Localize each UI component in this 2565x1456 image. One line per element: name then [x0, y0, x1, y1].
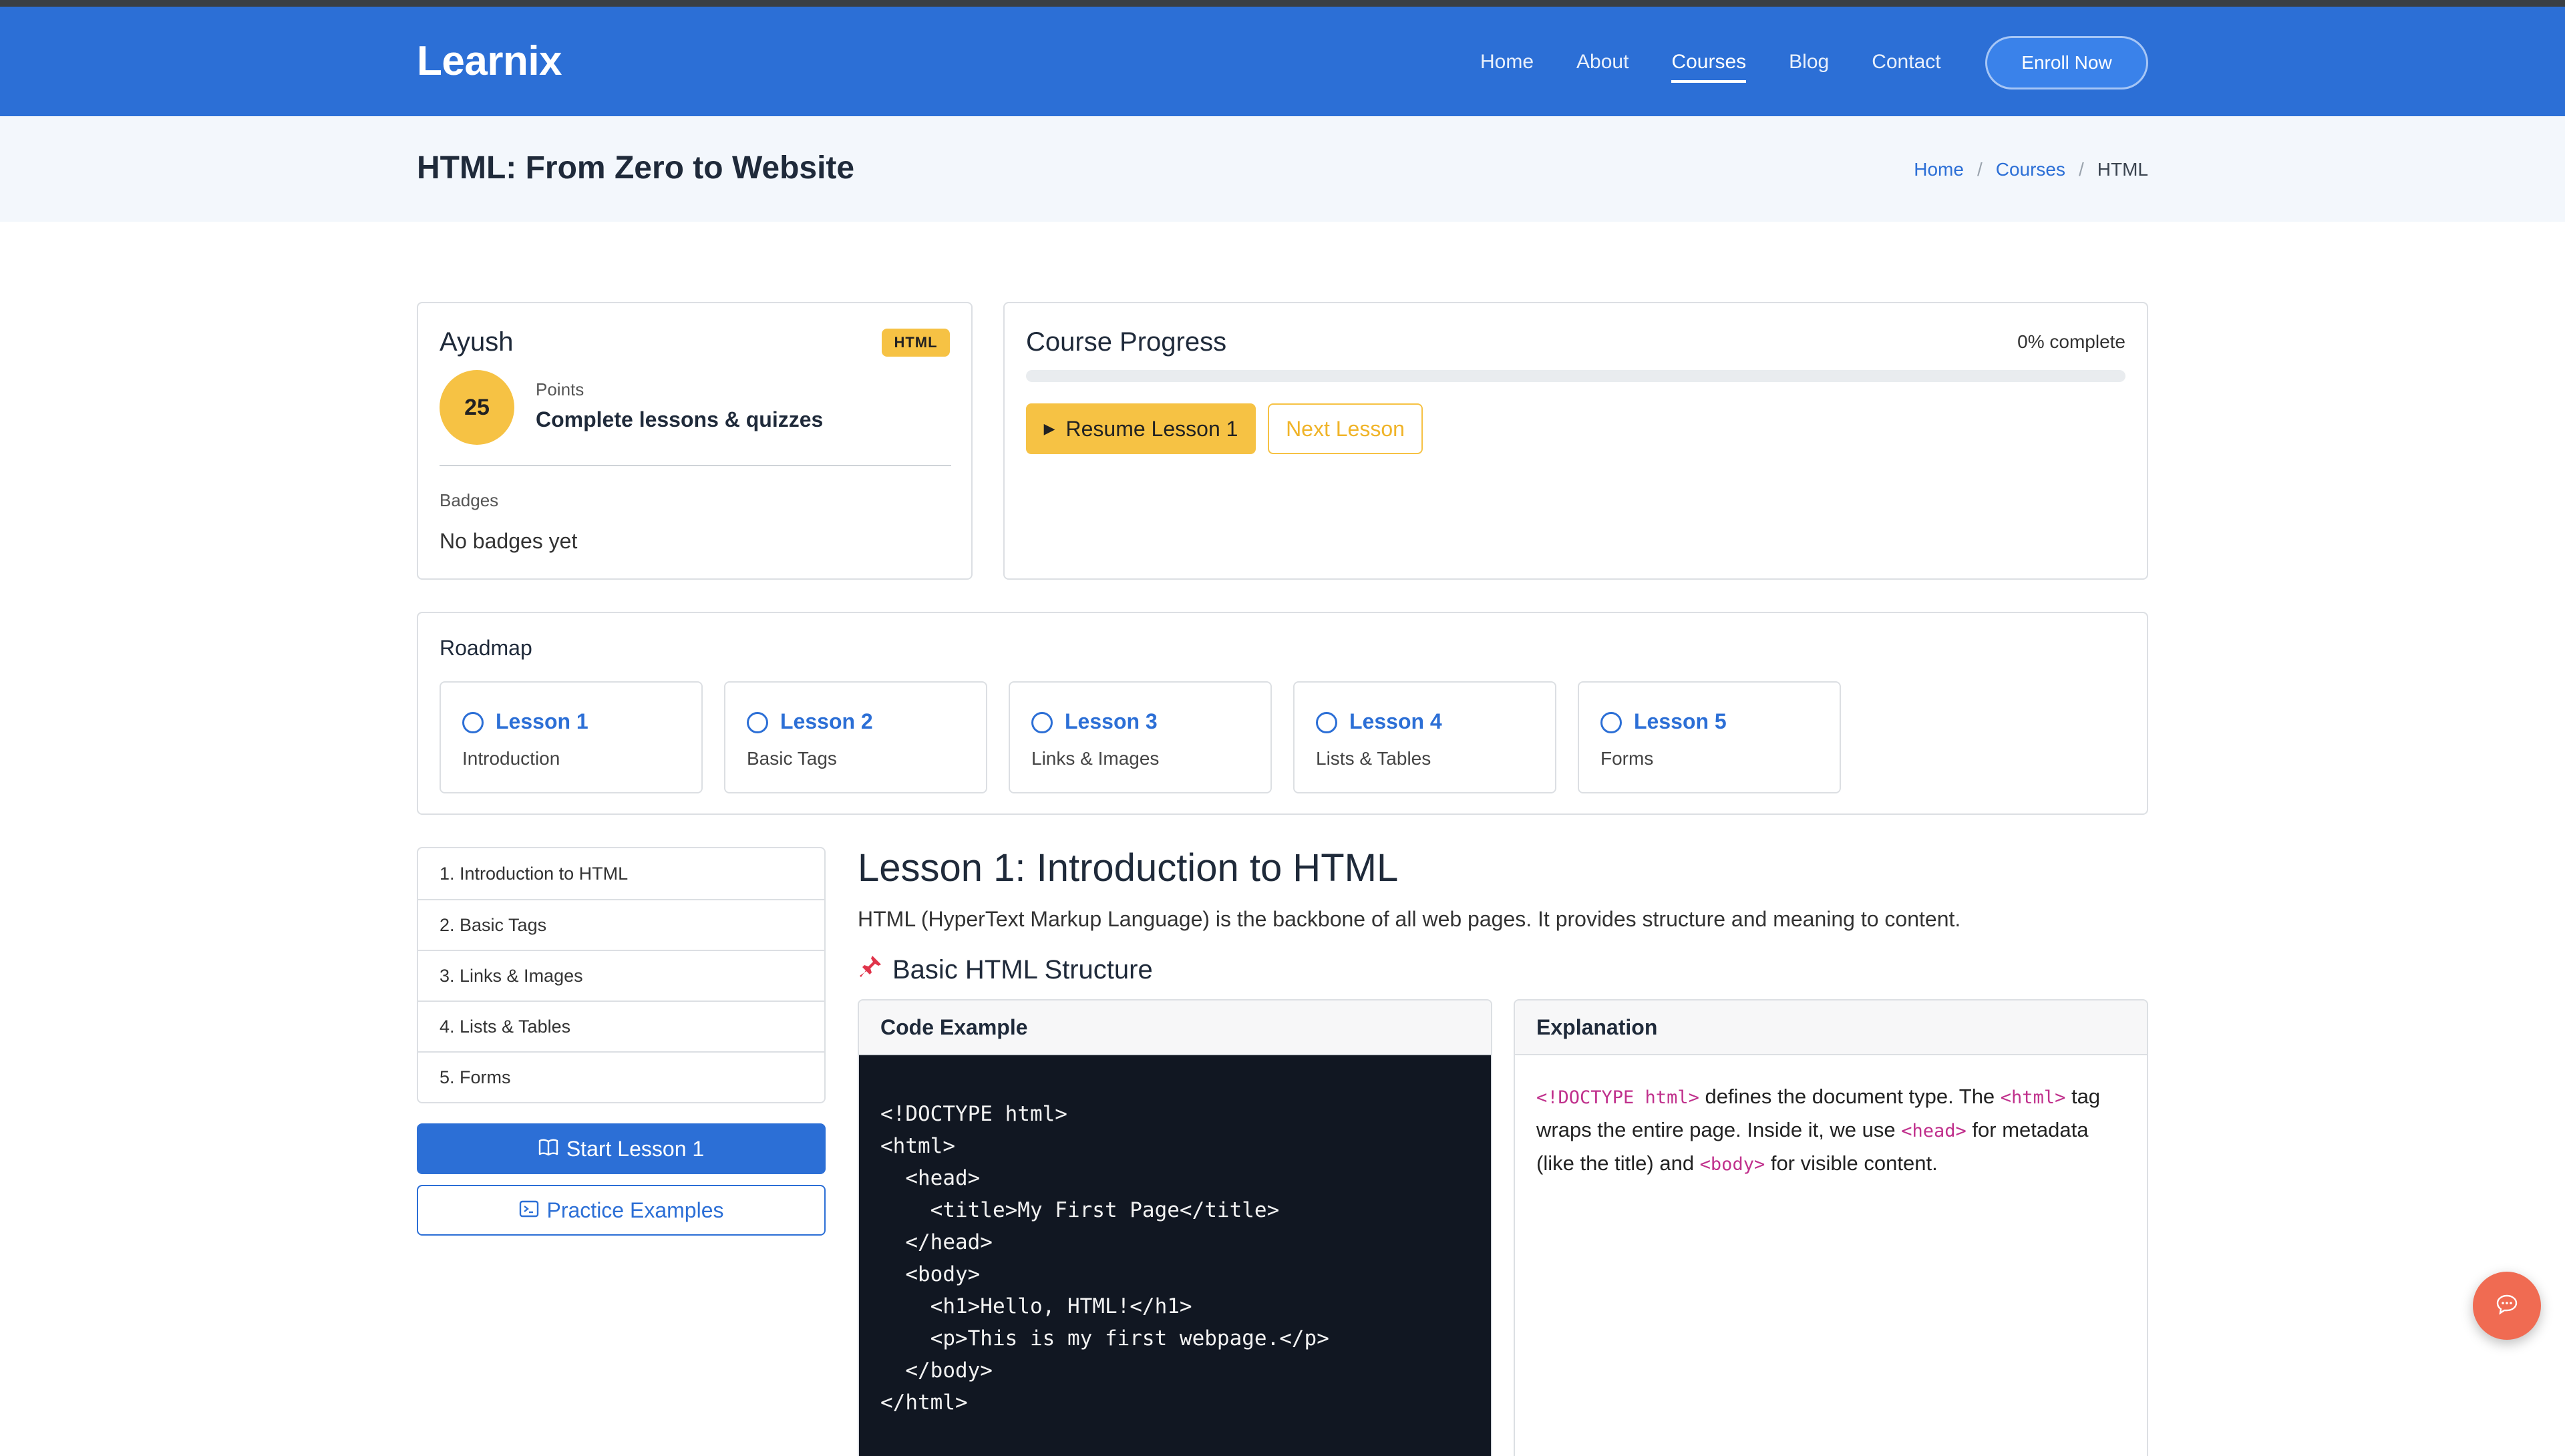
- nav-courses[interactable]: Courses: [1671, 51, 1747, 83]
- circle-icon: [462, 712, 484, 733]
- circle-icon: [1316, 712, 1337, 733]
- explanation-fragment: defines the document type. The: [1699, 1085, 2001, 1108]
- divider: [440, 465, 951, 466]
- lesson-list-item-5[interactable]: 5. Forms: [418, 1051, 824, 1102]
- explanation-fragment: for visible content.: [1765, 1151, 1938, 1175]
- roadmap-lesson-1[interactable]: Lesson 1 Introduction: [440, 681, 703, 793]
- next-lesson-button[interactable]: Next Lesson: [1268, 403, 1423, 454]
- code-line: <body>: [880, 1262, 981, 1286]
- user-card: Ayush HTML 25 Points Complete lessons & …: [417, 302, 973, 580]
- pushpin-icon: [858, 954, 883, 986]
- code-example-header: Code Example: [859, 1000, 1491, 1055]
- breadcrumb: Home / Courses / HTML: [1914, 159, 2148, 180]
- code-example-panel: Code Example <!DOCTYPE html> <html> <hea…: [858, 999, 1492, 1456]
- explanation-header: Explanation: [1515, 1000, 2147, 1055]
- lesson-list-item-2[interactable]: 2. Basic Tags: [418, 899, 824, 950]
- breadcrumb-separator: /: [2078, 159, 2084, 180]
- explanation-text: <!DOCTYPE html> defines the document typ…: [1515, 1055, 2147, 1206]
- breadcrumb-home[interactable]: Home: [1914, 159, 1964, 180]
- code-line: <p>This is my first webpage.</p>: [880, 1326, 1329, 1350]
- roadmap-lesson-name: Lesson 1: [496, 709, 588, 733]
- section-heading-label: Basic HTML Structure: [892, 954, 1153, 984]
- progress-bar: [1026, 370, 2125, 382]
- breadcrumb-current: HTML: [2097, 159, 2148, 180]
- code-line: <title>My First Page</title>: [880, 1198, 1280, 1222]
- badges-value: No badges yet: [440, 529, 578, 553]
- enroll-now-button[interactable]: Enroll Now: [1985, 36, 2148, 89]
- brand-logo[interactable]: Learnix: [417, 37, 562, 85]
- page-title-bar: HTML: From Zero to Website Home / Course…: [0, 116, 2565, 222]
- code-line: <html>: [880, 1134, 955, 1158]
- breadcrumb-courses[interactable]: Courses: [1996, 159, 2065, 180]
- user-name: Ayush: [440, 327, 514, 357]
- play-icon: ▶: [1043, 420, 1055, 437]
- nav-about[interactable]: About: [1576, 51, 1629, 83]
- progress-percent-text: 0% complete: [2017, 331, 2125, 352]
- points-label: Points: [536, 379, 584, 399]
- course-badge: HTML: [882, 329, 950, 357]
- badges-label: Badges: [440, 490, 499, 510]
- code-line: </body>: [880, 1358, 993, 1383]
- lesson-list-item-1[interactable]: 1. Introduction to HTML: [418, 848, 824, 899]
- nav-contact[interactable]: Contact: [1872, 51, 1940, 83]
- section-heading: Basic HTML Structure: [858, 954, 1153, 986]
- terminal-icon: [519, 1198, 539, 1223]
- lesson-list: 1. Introduction to HTML 2. Basic Tags 3.…: [417, 847, 826, 1103]
- code-line: <!DOCTYPE html>: [880, 1102, 1067, 1126]
- roadmap-lesson-5[interactable]: Lesson 5 Forms: [1578, 681, 1841, 793]
- circle-icon: [747, 712, 768, 733]
- resume-lesson-button[interactable]: ▶ Resume Lesson 1: [1026, 403, 1256, 454]
- nav-blog[interactable]: Blog: [1789, 51, 1829, 83]
- chat-button[interactable]: [2473, 1272, 2541, 1340]
- chat-bubble-icon: [2496, 1294, 2518, 1318]
- code-line: <h1>Hello, HTML!</h1>: [880, 1294, 1192, 1318]
- code-line: </html>: [880, 1391, 968, 1415]
- roadmap-lesson-name: Lesson 2: [780, 709, 873, 733]
- start-lesson-button[interactable]: Start Lesson 1: [417, 1123, 826, 1174]
- roadmap-lesson-subtitle: Basic Tags: [747, 748, 837, 769]
- start-lesson-label: Start Lesson 1: [566, 1136, 705, 1161]
- explanation-panel: Explanation <!DOCTYPE html> defines the …: [1514, 999, 2148, 1456]
- site-header: Learnix Home About Courses Blog Contact …: [0, 7, 2565, 116]
- practice-examples-label: Practice Examples: [546, 1198, 724, 1222]
- roadmap-lesson-name: Lesson 4: [1349, 709, 1442, 733]
- lesson-heading: Lesson 1: Introduction to HTML: [858, 846, 1399, 890]
- roadmap-title: Roadmap: [440, 636, 532, 660]
- code-block[interactable]: <!DOCTYPE html> <html> <head> <title>My …: [859, 1055, 1491, 1456]
- roadmap-lesson-3[interactable]: Lesson 3 Links & Images: [1009, 681, 1272, 793]
- roadmap-lesson-subtitle: Introduction: [462, 748, 560, 769]
- inline-code: <html>: [2000, 1087, 2066, 1108]
- lesson-intro: HTML (HyperText Markup Language) is the …: [858, 907, 1961, 931]
- circle-icon: [1600, 712, 1622, 733]
- roadmap-lesson-name: Lesson 3: [1065, 709, 1158, 733]
- inline-code: <body>: [1699, 1154, 1765, 1175]
- roadmap-lesson-4[interactable]: Lesson 4 Lists & Tables: [1293, 681, 1556, 793]
- inline-code: <!DOCTYPE html>: [1536, 1087, 1699, 1108]
- resume-lesson-label: Resume Lesson 1: [1065, 416, 1238, 441]
- book-icon: [538, 1137, 558, 1161]
- roadmap-lesson-2[interactable]: Lesson 2 Basic Tags: [724, 681, 987, 793]
- roadmap-lesson-name: Lesson 5: [1634, 709, 1727, 733]
- points-hint: Complete lessons & quizzes: [536, 407, 824, 431]
- progress-title: Course Progress: [1026, 327, 1227, 357]
- nav-home[interactable]: Home: [1480, 51, 1534, 83]
- roadmap-lesson-subtitle: Links & Images: [1031, 748, 1160, 769]
- circle-icon: [1031, 712, 1053, 733]
- roadmap-lesson-subtitle: Forms: [1600, 748, 1654, 769]
- top-edge: [0, 0, 2565, 7]
- breadcrumb-separator: /: [1977, 159, 1983, 180]
- roadmap-lesson-subtitle: Lists & Tables: [1316, 748, 1431, 769]
- course-progress-card: Course Progress 0% complete ▶ Resume Les…: [1003, 302, 2148, 580]
- points-counter: 25: [440, 370, 514, 445]
- practice-examples-button[interactable]: Practice Examples: [417, 1185, 826, 1236]
- main-nav: Home About Courses Blog Contact: [1480, 51, 1984, 83]
- code-line: <head>: [880, 1166, 981, 1190]
- roadmap-list: Lesson 1 Introduction Lesson 2 Basic Tag…: [440, 681, 1862, 793]
- page-title: HTML: From Zero to Website: [417, 150, 855, 186]
- code-line: </head>: [880, 1230, 993, 1254]
- lesson-list-item-3[interactable]: 3. Links & Images: [418, 950, 824, 1000]
- lesson-list-item-4[interactable]: 4. Lists & Tables: [418, 1000, 824, 1051]
- roadmap-card: Roadmap Lesson 1 Introduction Lesson 2 B…: [417, 612, 2148, 815]
- inline-code: <head>: [1901, 1121, 1966, 1141]
